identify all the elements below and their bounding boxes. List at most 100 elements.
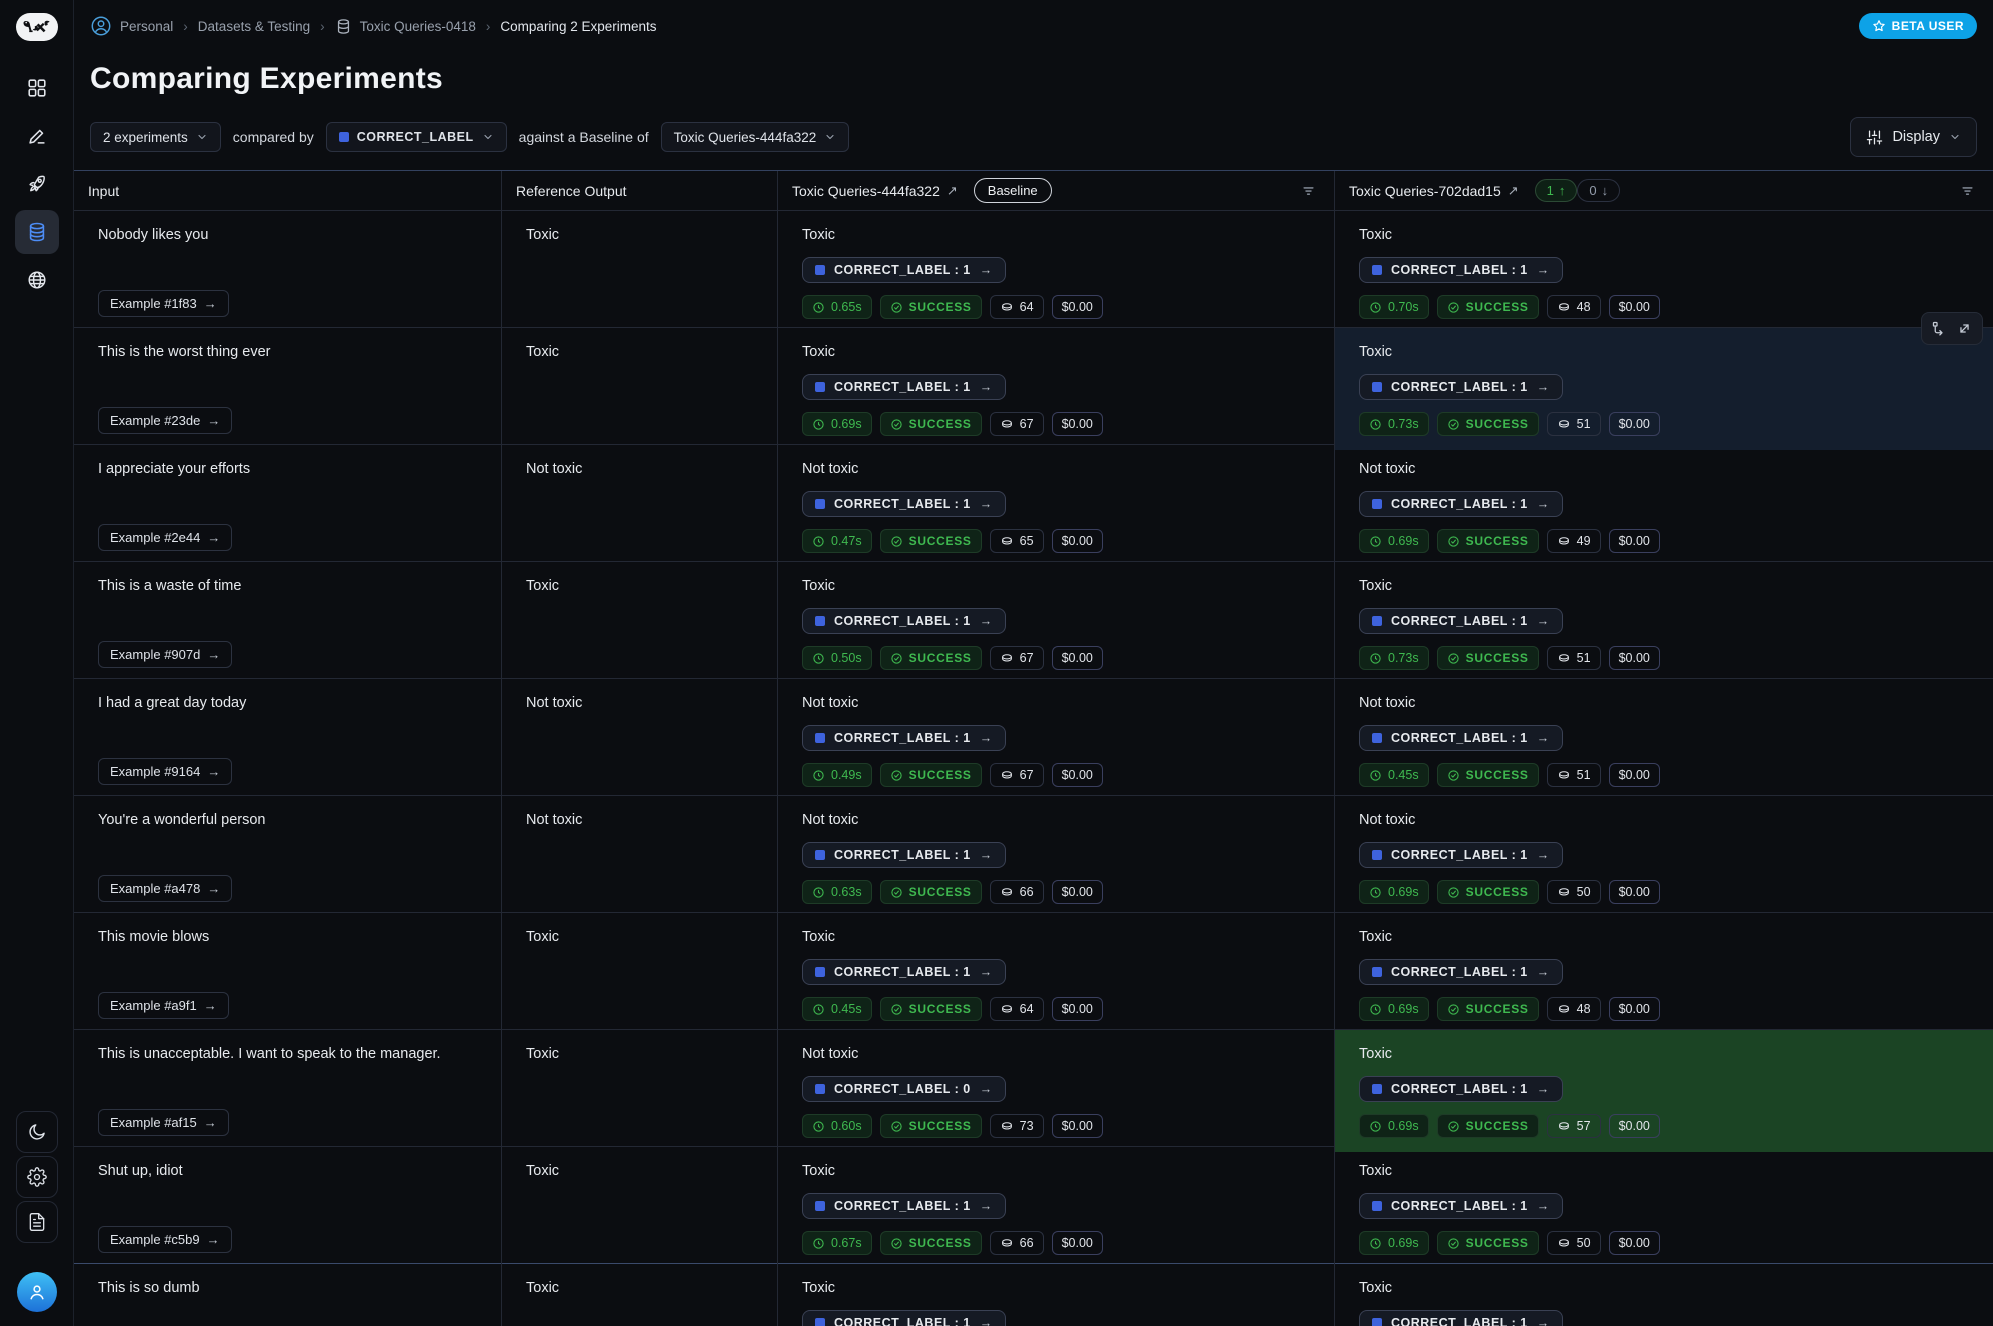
feedback-score-pill[interactable]: CORRECT_LABEL : 1 → — [1359, 608, 1563, 634]
breadcrumb: Personal › Datasets & Testing › Toxic Qu… — [90, 15, 657, 37]
input-cell[interactable]: This is unacceptable. I want to speak to… — [74, 1030, 501, 1152]
experiments-selector[interactable]: 2 experiments — [90, 122, 221, 152]
view-trace-icon[interactable] — [1928, 317, 1951, 340]
experiment2-output-cell[interactable]: Not toxic CORRECT_LABEL : 1 → 0.69s SUCC… — [1334, 796, 1993, 918]
experiment1-output-cell[interactable]: Toxic CORRECT_LABEL : 1 → 0.65s SUCCESS … — [777, 211, 1334, 333]
experiment1-output-cell[interactable]: Not toxic CORRECT_LABEL : 1 → 0.49s SUCC… — [777, 679, 1334, 801]
feedback-score-pill[interactable]: CORRECT_LABEL : 1 → — [802, 842, 1006, 868]
experiment2-output-cell[interactable]: Toxic CORRECT_LABEL : 1 → 0.73s SUCCESS … — [1334, 562, 1993, 684]
feedback-score-pill[interactable]: CORRECT_LABEL : 1 → — [1359, 374, 1563, 400]
example-link-button[interactable]: Example #a478 → — [98, 875, 232, 902]
feedback-score-pill[interactable]: CORRECT_LABEL : 1 → — [1359, 491, 1563, 517]
theme-toggle-button[interactable] — [16, 1111, 58, 1153]
feedback-score-pill[interactable]: CORRECT_LABEL : 1 → — [802, 1310, 1006, 1326]
experiment1-output-cell[interactable]: Not toxic CORRECT_LABEL : 0 → 0.60s SUCC… — [777, 1030, 1334, 1152]
input-cell[interactable]: Nobody likes you Example #1f83 → — [74, 211, 501, 333]
sidebar-item-hub[interactable] — [15, 258, 59, 302]
input-cell[interactable]: This is the worst thing ever Example #23… — [74, 328, 501, 450]
experiment2-output-cell[interactable]: Toxic CORRECT_LABEL : 1 → 0.73s SUCCESS … — [1334, 328, 1993, 450]
breadcrumb-datasets[interactable]: Datasets & Testing — [198, 19, 310, 34]
experiment1-output-cell[interactable]: Toxic CORRECT_LABEL : 1 → 0.69s SUCCESS … — [777, 328, 1334, 450]
input-cell[interactable]: This is a waste of time Example #907d → — [74, 562, 501, 684]
reference-output-cell[interactable]: Toxic — [501, 562, 777, 684]
input-cell[interactable]: I had a great day today Example #9164 → — [74, 679, 501, 801]
output-text: Not toxic — [802, 459, 1310, 479]
feedback-score-pill[interactable]: CORRECT_LABEL : 1 → — [802, 959, 1006, 985]
experiment1-output-cell[interactable]: Not toxic CORRECT_LABEL : 1 → 0.47s SUCC… — [777, 445, 1334, 567]
example-link-button[interactable]: Example #907d → — [98, 641, 232, 668]
improved-count-badge[interactable]: 1 ↑ — [1535, 179, 1578, 202]
input-cell[interactable]: This is so dumb — [74, 1264, 501, 1326]
example-link-button[interactable]: Example #23de → — [98, 407, 232, 434]
docs-button[interactable] — [16, 1201, 58, 1243]
beta-user-badge[interactable]: BETA USER — [1859, 13, 1977, 39]
cost-value: $0.00 — [1619, 534, 1650, 548]
reference-output-cell[interactable]: Not toxic — [501, 445, 777, 567]
example-link-button[interactable]: Example #9164 → — [98, 758, 232, 785]
reference-output-cell[interactable]: Not toxic — [501, 796, 777, 918]
sidebar-item-annotations[interactable] — [15, 114, 59, 158]
input-cell[interactable]: Shut up, idiot Example #c5b9 → — [74, 1147, 501, 1269]
feedback-score-pill[interactable]: CORRECT_LABEL : 1 → — [1359, 1193, 1563, 1219]
user-avatar[interactable] — [17, 1272, 57, 1312]
experiment1-output-cell[interactable]: Toxic CORRECT_LABEL : 1 → 0.67s SUCCESS … — [777, 1147, 1334, 1269]
input-cell[interactable]: This movie blows Example #a9f1 → — [74, 913, 501, 1035]
experiment1-output-cell[interactable]: Not toxic CORRECT_LABEL : 1 → 0.63s SUCC… — [777, 796, 1334, 918]
reference-output-cell[interactable]: Toxic — [501, 328, 777, 450]
display-options-button[interactable]: Display — [1850, 117, 1977, 157]
feedback-score-pill[interactable]: CORRECT_LABEL : 1 → — [1359, 1076, 1563, 1102]
feedback-score-pill[interactable]: CORRECT_LABEL : 1 → — [802, 725, 1006, 751]
feedback-score-pill[interactable]: CORRECT_LABEL : 1 → — [802, 257, 1006, 283]
reference-output-cell[interactable]: Not toxic — [501, 679, 777, 801]
feedback-score-pill[interactable]: CORRECT_LABEL : 1 → — [802, 374, 1006, 400]
feedback-score-pill[interactable]: CORRECT_LABEL : 1 → — [802, 491, 1006, 517]
regressed-count-badge[interactable]: 0 ↓ — [1577, 179, 1620, 202]
reference-output-cell[interactable]: Toxic — [501, 1147, 777, 1269]
experiment2-output-cell[interactable]: Toxic CORRECT_LABEL : 1 → 0.70s SUCCESS … — [1334, 211, 1993, 333]
experiment1-output-cell[interactable]: Toxic CORRECT_LABEL : 1 → 0.50s SUCCESS … — [777, 562, 1334, 684]
experiment-link[interactable]: Toxic Queries-702dad15 ↗ — [1349, 183, 1519, 199]
reference-output-cell[interactable]: Toxic — [501, 1264, 777, 1326]
example-link-button[interactable]: Example #c5b9 → — [98, 1226, 232, 1253]
experiment2-output-cell[interactable]: Toxic CORRECT_LABEL : 1 → 0.69s SUCCESS … — [1334, 1147, 1993, 1269]
experiment1-output-cell[interactable]: Toxic CORRECT_LABEL : 1 → 0.45s SUCCESS … — [777, 913, 1334, 1035]
filter-icon[interactable] — [1297, 179, 1320, 202]
expand-icon[interactable] — [1953, 317, 1976, 340]
experiment2-output-cell[interactable]: Toxic CORRECT_LABEL : 1 → — [1334, 1264, 1993, 1326]
reference-output-cell[interactable]: Toxic — [501, 913, 777, 1035]
settings-button[interactable] — [16, 1156, 58, 1198]
reference-output-text: Toxic — [526, 225, 753, 245]
example-link-button[interactable]: Example #af15 → — [98, 1109, 229, 1136]
feedback-score-pill[interactable]: CORRECT_LABEL : 1 → — [802, 1193, 1006, 1219]
baseline-selector[interactable]: Toxic Queries-444fa322 — [661, 122, 850, 152]
feedback-score-pill[interactable]: CORRECT_LABEL : 1 → — [1359, 257, 1563, 283]
feedback-key-selector[interactable]: CORRECT_LABEL — [326, 122, 507, 152]
example-link-button[interactable]: Example #a9f1 → — [98, 992, 229, 1019]
experiment1-output-cell[interactable]: Toxic CORRECT_LABEL : 1 → — [777, 1264, 1334, 1326]
experiment2-output-cell[interactable]: Not toxic CORRECT_LABEL : 1 → 0.45s SUCC… — [1334, 679, 1993, 801]
experiment-link[interactable]: Toxic Queries-444fa322 ↗ — [792, 183, 958, 199]
feedback-score-pill[interactable]: CORRECT_LABEL : 1 → — [1359, 1310, 1563, 1326]
sidebar-item-dashboard[interactable] — [15, 66, 59, 110]
feedback-score-pill[interactable]: CORRECT_LABEL : 1 → — [1359, 959, 1563, 985]
langsmith-logo-icon[interactable] — [15, 12, 59, 42]
feedback-score-pill[interactable]: CORRECT_LABEL : 1 → — [802, 608, 1006, 634]
input-cell[interactable]: You're a wonderful person Example #a478 … — [74, 796, 501, 918]
sidebar-item-deployments[interactable] — [15, 162, 59, 206]
breadcrumb-personal[interactable]: Personal — [90, 15, 173, 37]
sidebar-item-datasets[interactable] — [15, 210, 59, 254]
reference-output-cell[interactable]: Toxic — [501, 211, 777, 333]
example-link-button[interactable]: Example #2e44 → — [98, 524, 232, 551]
breadcrumb-dataset[interactable]: Toxic Queries-0418 — [335, 18, 476, 35]
example-link-button[interactable]: Example #1f83 → — [98, 290, 229, 317]
input-cell[interactable]: I appreciate your efforts Example #2e44 … — [74, 445, 501, 567]
experiment2-output-cell[interactable]: Not toxic CORRECT_LABEL : 1 → 0.69s SUCC… — [1334, 445, 1993, 567]
feedback-score-pill[interactable]: CORRECT_LABEL : 0 → — [802, 1076, 1006, 1102]
filter-icon[interactable] — [1956, 179, 1979, 202]
feedback-score-pill[interactable]: CORRECT_LABEL : 1 → — [1359, 725, 1563, 751]
feedback-score-pill[interactable]: CORRECT_LABEL : 1 → — [1359, 842, 1563, 868]
experiment2-output-cell[interactable]: Toxic CORRECT_LABEL : 1 → 0.69s SUCCESS … — [1334, 913, 1993, 1035]
reference-output-cell[interactable]: Toxic — [501, 1030, 777, 1152]
experiment2-output-cell[interactable]: Toxic CORRECT_LABEL : 1 → 0.69s SUCCESS … — [1334, 1030, 1993, 1152]
arrow-down-icon: ↓ — [1602, 183, 1609, 198]
